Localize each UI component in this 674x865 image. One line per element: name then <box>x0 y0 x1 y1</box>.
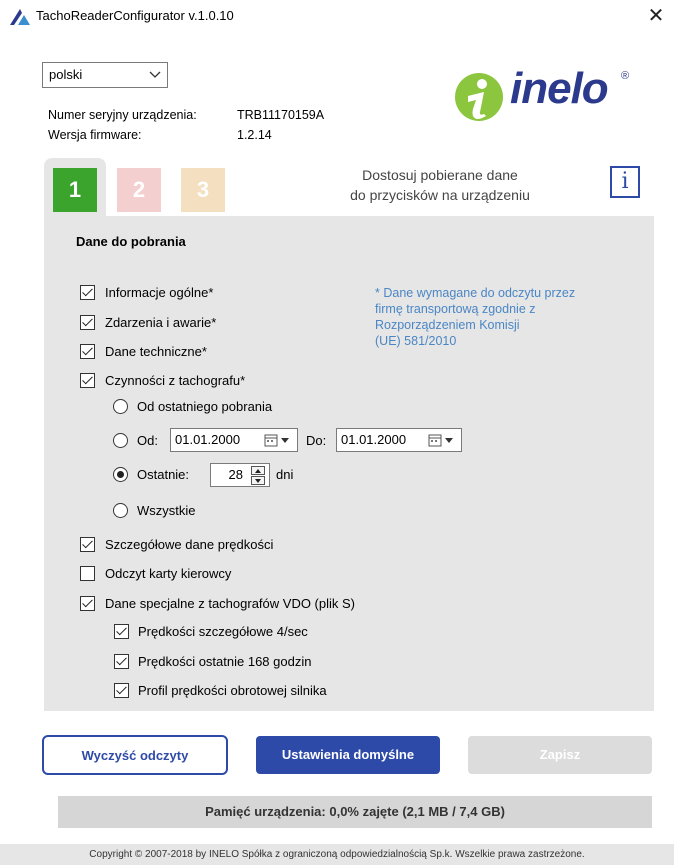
tab-description: Dostosuj pobierane dane do przycisków na… <box>300 165 580 205</box>
app-icon <box>10 9 30 25</box>
events-label: Zdarzenia i awarie* <box>105 315 217 330</box>
all-label: Wszystkie <box>137 503 196 518</box>
tab-3[interactable]: 3 <box>181 168 225 212</box>
chevron-down-icon <box>149 71 161 78</box>
speed-4sec-label: Prędkości szczegółowe 4/sec <box>138 624 308 639</box>
speed-detail-label: Szczegółowe dane prędkości <box>105 537 274 552</box>
clear-readings-button[interactable]: Wyczyść odczyty <box>42 735 228 775</box>
tab-1[interactable]: 1 <box>53 168 97 212</box>
driver-card-checkbox[interactable] <box>80 566 95 581</box>
logo-registered-mark: ® <box>621 70 630 82</box>
speed-4sec-checkbox[interactable] <box>114 624 129 639</box>
default-settings-button[interactable]: Ustawienia domyślne <box>256 736 440 774</box>
memory-status-bar: Pamięć urządzenia: 0,0% zajęte (2,1 MB /… <box>58 796 652 828</box>
calendar-icon <box>264 434 289 447</box>
tab-2[interactable]: 2 <box>117 168 161 212</box>
all-radio[interactable] <box>113 503 128 518</box>
activities-label: Czynności z tachografu* <box>105 373 246 388</box>
close-button[interactable]: ✕ <box>640 2 672 30</box>
since-last-label: Od ostatniego pobrania <box>137 399 273 414</box>
note-line: * Dane wymagane do odczytu przez <box>375 286 576 300</box>
info-button[interactable]: i <box>610 166 640 198</box>
speed-168h-checkbox[interactable] <box>114 654 129 669</box>
last-days-label: Ostatnie: <box>137 467 190 482</box>
events-checkbox[interactable] <box>80 315 95 330</box>
stepper-up-button[interactable] <box>251 466 265 475</box>
stepper-down-button[interactable] <box>251 476 265 485</box>
serial-number-label: Numer seryjny urządzenia: <box>48 108 197 122</box>
tab-description-line1: Dostosuj pobierane dane <box>362 167 518 183</box>
vdo-special-checkbox[interactable] <box>80 596 95 611</box>
copyright-footer: Copyright © 2007-2018 by INELO Spółka z … <box>0 844 674 865</box>
days-unit-label: dni <box>276 467 294 482</box>
general-info-label: Informacje ogólne* <box>105 285 214 300</box>
to-date-input[interactable]: 01.01.2000 <box>336 428 462 452</box>
tab-description-line2: do przycisków na urządzeniu <box>350 187 530 203</box>
from-label: Od: <box>137 433 158 448</box>
speed-168h-label: Prędkości ostatnie 168 godzin <box>138 654 312 669</box>
technical-data-checkbox[interactable] <box>80 344 95 359</box>
save-button[interactable]: Zapisz <box>468 736 652 774</box>
inelo-logo: inelo ® <box>454 64 634 126</box>
to-date-value: 01.01.2000 <box>341 432 407 447</box>
technical-data-label: Dane techniczne* <box>105 344 207 359</box>
since-last-radio[interactable] <box>113 399 128 414</box>
firmware-label: Wersja firmware: <box>48 128 142 142</box>
to-label: Do: <box>306 433 327 448</box>
last-days-stepper[interactable]: 28 <box>210 463 270 487</box>
from-date-input[interactable]: 01.01.2000 <box>170 428 298 452</box>
calendar-icon <box>428 434 453 447</box>
section-title: Dane do pobrania <box>76 234 186 249</box>
note-line: firmę transportową zgodnie z <box>375 302 536 316</box>
rpm-profile-checkbox[interactable] <box>114 683 129 698</box>
logo-text: inelo <box>510 64 609 113</box>
window-title: TachoReaderConfigurator v.1.0.10 <box>36 8 234 23</box>
general-info-checkbox[interactable] <box>80 285 95 300</box>
language-select-value: polski <box>49 67 83 82</box>
serial-number-value: TRB11170159A <box>237 108 325 122</box>
firmware-value: 1.2.14 <box>237 128 272 142</box>
driver-card-label: Odczyt karty kierowcy <box>105 566 232 581</box>
activities-checkbox[interactable] <box>80 373 95 388</box>
rpm-profile-label: Profil prędkości obrotowej silnika <box>138 683 327 698</box>
required-data-note: * Dane wymagane do odczytu przez firmę t… <box>375 285 645 349</box>
date-range-radio[interactable] <box>113 433 128 448</box>
language-select[interactable]: polski <box>42 62 168 88</box>
note-line: (UE) 581/2010 <box>375 334 457 348</box>
from-date-value: 01.01.2000 <box>175 432 241 447</box>
vdo-special-label: Dane specjalne z tachografów VDO (plik S… <box>105 596 356 611</box>
last-days-radio[interactable] <box>113 467 128 482</box>
logo-mark-icon <box>455 73 503 121</box>
speed-detail-checkbox[interactable] <box>80 537 95 552</box>
last-days-value: 28 <box>228 467 243 482</box>
note-line: Rozporządzeniem Komisji <box>375 318 520 332</box>
